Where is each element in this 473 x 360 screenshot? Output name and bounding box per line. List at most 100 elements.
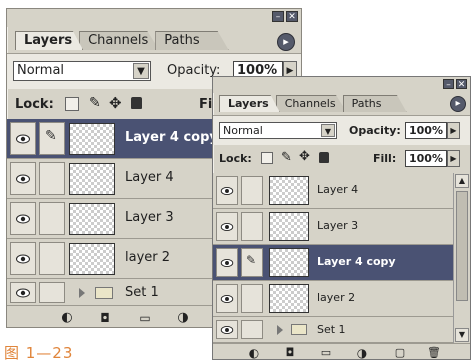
tab-layers[interactable]: Layers [219, 95, 280, 112]
brush-icon[interactable]: ✎ [281, 150, 292, 165]
link-cell[interactable] [39, 202, 65, 235]
layer-row[interactable]: layer 2 [213, 281, 453, 317]
visibility-toggle[interactable] [10, 282, 36, 303]
layer-row[interactable]: layer 2 [7, 239, 213, 279]
move-icon[interactable]: ✥ [109, 94, 122, 112]
tab-bar: Layers Channels Paths [15, 31, 229, 50]
chevron-down-icon: ▼ [321, 124, 335, 137]
fill-label: Fill: [373, 152, 397, 165]
expand-triangle-icon[interactable] [79, 288, 85, 298]
layer-name: layer 2 [317, 291, 356, 304]
layer-row[interactable]: ✎ Layer 4 copy [7, 119, 218, 159]
new-set-icon[interactable]: ▭ [137, 311, 153, 325]
layer-row[interactable]: Layer 3 [7, 199, 213, 239]
tab-channels[interactable]: Channels [275, 95, 347, 112]
eye-icon [220, 294, 234, 303]
layer-style-icon[interactable]: ◐ [59, 311, 75, 325]
panel-menu-icon[interactable]: ▸ [450, 96, 466, 112]
blend-controls: Normal ▼ Opacity: 100% ▶ [213, 115, 470, 145]
lock-label: Lock: [219, 152, 252, 165]
layer-list: Layer 4 Layer 3 ✎ Layer 4 copy layer 2 S… [213, 173, 453, 343]
tab-paths[interactable]: Paths [155, 31, 229, 50]
link-cell[interactable] [241, 284, 263, 313]
visibility-toggle[interactable] [216, 284, 238, 313]
fill-field[interactable]: 100% [405, 150, 447, 167]
panel-menu-icon[interactable]: ▸ [277, 33, 295, 51]
link-cell[interactable] [241, 212, 263, 241]
move-icon[interactable]: ✥ [299, 149, 310, 164]
visibility-toggle[interactable] [216, 176, 238, 205]
panel-footer: ◐ ◘ ▭ ◑ ▢ 🗑 [213, 343, 470, 359]
lock-icon[interactable] [319, 152, 329, 163]
minimize-button[interactable]: – [443, 79, 454, 90]
adjustment-layer-icon[interactable]: ◑ [175, 311, 191, 325]
close-button[interactable]: ✕ [456, 79, 467, 90]
lock-transparency-icon[interactable] [65, 97, 79, 111]
lock-icon[interactable] [131, 97, 142, 109]
scroll-up-icon[interactable]: ▲ [455, 174, 469, 188]
tab-paths[interactable]: Paths [342, 95, 407, 112]
eye-icon [220, 325, 234, 334]
brush-cell[interactable]: ✎ [241, 248, 263, 277]
scroll-thumb[interactable] [456, 191, 468, 301]
new-layer-icon[interactable]: ▢ [393, 346, 407, 359]
layer-thumbnail [269, 248, 309, 277]
eye-icon [220, 258, 234, 267]
add-mask-icon[interactable]: ◘ [283, 346, 297, 359]
trash-icon[interactable]: 🗑 [427, 346, 441, 359]
layer-row[interactable]: Layer 4 [213, 173, 453, 209]
brush-icon: ✎ [246, 253, 257, 267]
link-cell[interactable] [39, 282, 65, 303]
layer-list: ✎ Layer 4 copy Layer 4 Layer 3 layer 2 S… [7, 119, 218, 307]
layer-thumbnail [269, 284, 309, 313]
layer-row[interactable]: Layer 4 [7, 159, 213, 199]
brush-cell[interactable]: ✎ [39, 122, 65, 155]
brush-icon[interactable]: ✎ [89, 95, 101, 111]
close-button[interactable]: ✕ [286, 11, 298, 22]
figure-caption: 图 1—23 [4, 344, 74, 360]
layer-name: Layer 3 [317, 219, 359, 232]
visibility-toggle[interactable] [216, 212, 238, 241]
new-set-icon[interactable]: ▭ [319, 346, 333, 359]
scroll-down-icon[interactable]: ▼ [455, 328, 469, 342]
visibility-toggle[interactable] [10, 162, 36, 195]
layer-list-scrollbar[interactable]: ▲ ▼ [453, 173, 470, 343]
layer-row[interactable]: Layer 3 [213, 209, 453, 245]
visibility-toggle[interactable] [216, 320, 238, 339]
layer-name: Layer 4 [125, 170, 174, 185]
opacity-field[interactable]: 100% [405, 122, 447, 139]
adjustment-layer-icon[interactable]: ◑ [355, 346, 369, 359]
fill-stepper[interactable]: ▶ [447, 150, 460, 167]
layer-name: Set 1 [317, 323, 346, 336]
visibility-toggle[interactable] [10, 202, 36, 235]
opacity-label: Opacity: [349, 124, 401, 137]
layers-panel-front: – ✕ Layers Channels Paths ▸ Normal ▼ Opa… [212, 76, 471, 360]
layer-set-row[interactable]: Set 1 [7, 279, 213, 307]
tab-bar: Layers Channels Paths [219, 95, 407, 112]
link-cell[interactable] [241, 176, 263, 205]
blend-mode-select[interactable]: Normal ▼ [13, 61, 151, 81]
layer-style-icon[interactable]: ◐ [247, 346, 261, 359]
visibility-toggle[interactable] [10, 242, 36, 275]
visibility-toggle[interactable] [10, 122, 36, 155]
lock-transparency-icon[interactable] [261, 152, 273, 164]
folder-icon [291, 324, 307, 335]
link-cell[interactable] [241, 320, 263, 339]
layer-thumbnail [269, 176, 309, 205]
link-cell[interactable] [39, 162, 65, 195]
layer-row[interactable]: ✎ Layer 4 copy [213, 245, 453, 281]
blend-mode-select[interactable]: Normal ▼ [219, 122, 337, 139]
layer-set-row[interactable]: Set 1 [213, 317, 453, 343]
expand-triangle-icon[interactable] [277, 325, 283, 335]
add-mask-icon[interactable]: ◘ [97, 311, 113, 325]
layer-name: layer 2 [125, 250, 171, 265]
tab-layers[interactable]: Layers [15, 31, 84, 50]
tab-channels[interactable]: Channels [79, 31, 160, 50]
layer-name: Layer 4 copy [317, 255, 396, 268]
eye-icon [16, 288, 30, 297]
visibility-toggle[interactable] [216, 248, 238, 277]
layer-thumbnail [69, 163, 115, 195]
opacity-stepper[interactable]: ▶ [447, 122, 460, 139]
link-cell[interactable] [39, 242, 65, 275]
minimize-button[interactable]: – [272, 11, 284, 22]
